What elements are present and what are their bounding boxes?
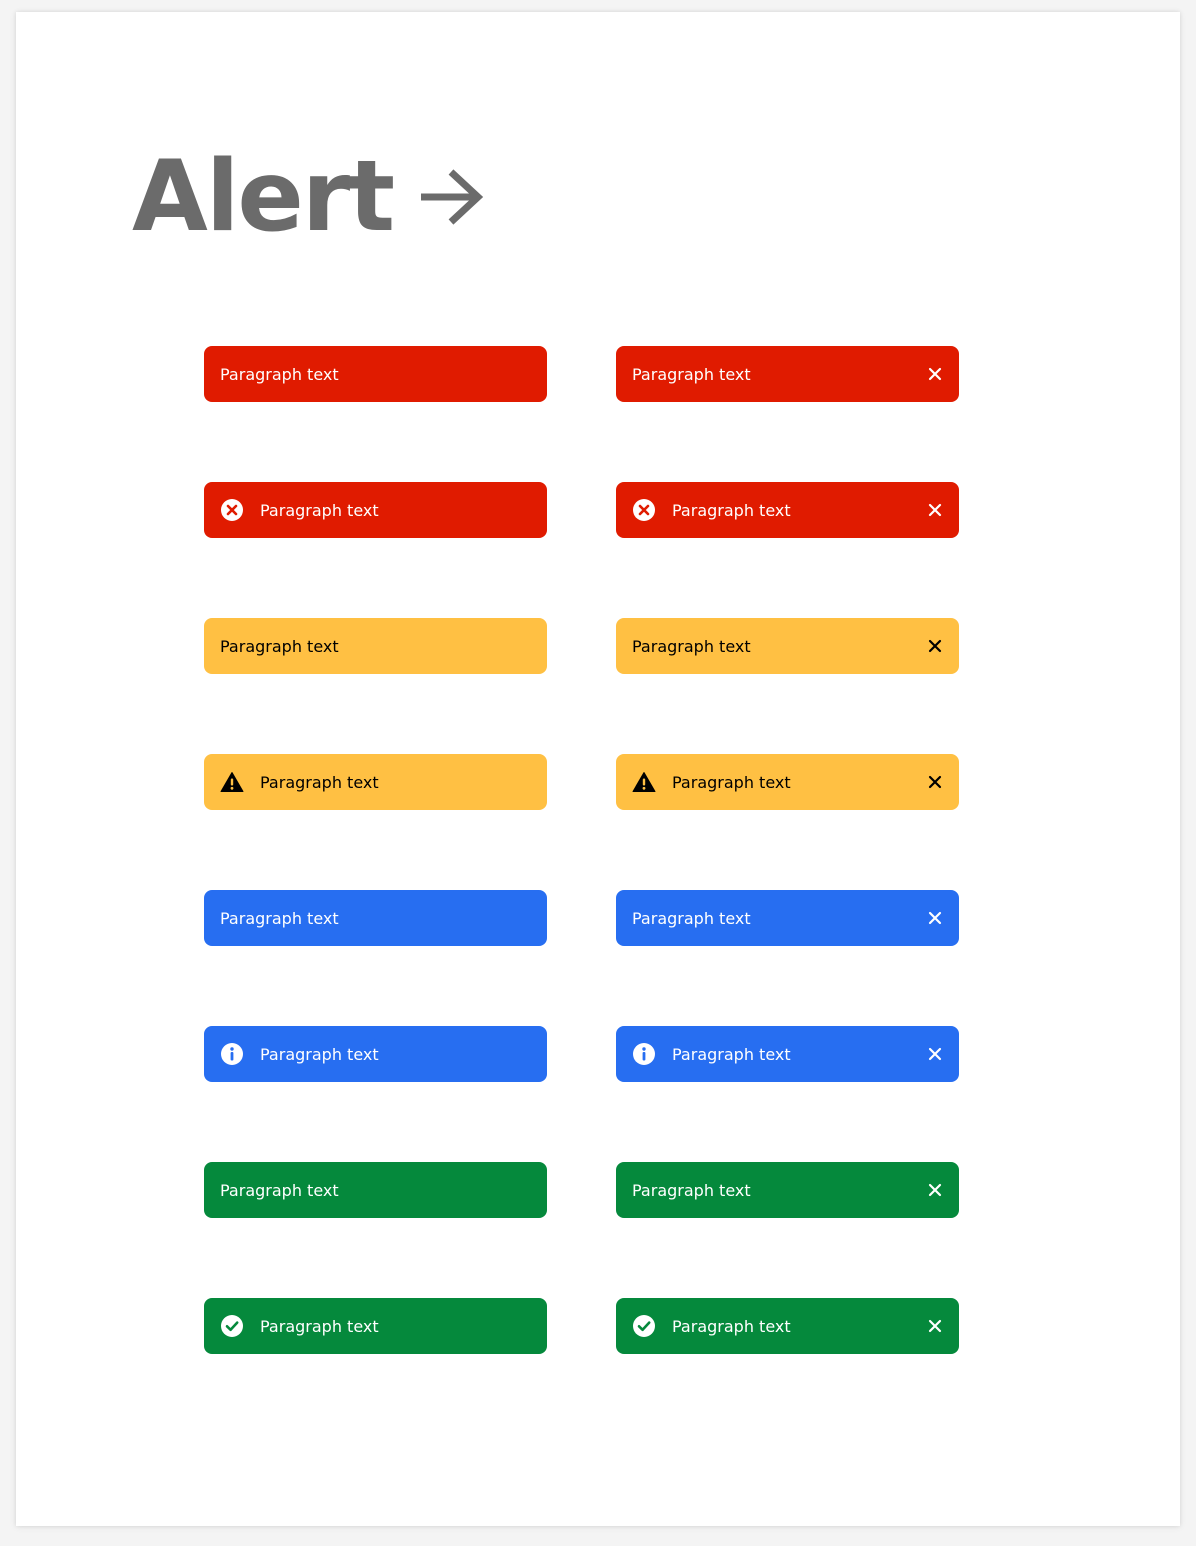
alert-info-with-icon-dismissible: Paragraph text <box>616 1026 959 1082</box>
alert-message: Paragraph text <box>672 772 791 792</box>
close-icon[interactable] <box>923 1314 947 1338</box>
alert-error-with-icon-dismissible: Paragraph text <box>616 482 959 538</box>
check-circle-icon <box>633 1315 655 1337</box>
alert-message: Paragraph text <box>632 908 751 928</box>
warning-triangle-icon <box>220 772 244 792</box>
alert-message: Paragraph text <box>672 1044 791 1064</box>
info-circle-icon <box>633 1043 655 1065</box>
alert-message: Paragraph text <box>260 500 379 520</box>
close-icon[interactable] <box>923 498 947 522</box>
warning-triangle-icon <box>632 772 656 792</box>
alert-message: Paragraph text <box>220 908 339 928</box>
alert-message: Paragraph text <box>632 1180 751 1200</box>
alert-success-with-icon: Paragraph text <box>204 1298 547 1354</box>
alert-error: Paragraph text <box>204 346 547 402</box>
alert-warning: Paragraph text <box>204 618 547 674</box>
alert-info: Paragraph text <box>204 890 547 946</box>
close-icon[interactable] <box>923 634 947 658</box>
alert-message: Paragraph text <box>260 772 379 792</box>
close-icon[interactable] <box>923 1042 947 1066</box>
alert-success-with-icon-dismissible: Paragraph text <box>616 1298 959 1354</box>
close-icon[interactable] <box>923 906 947 930</box>
page-header: Alert <box>132 137 485 257</box>
alert-warning-dismissible: Paragraph text <box>616 618 959 674</box>
alert-message: Paragraph text <box>672 1316 791 1336</box>
page-title: Alert <box>132 140 395 254</box>
alert-info-with-icon: Paragraph text <box>204 1026 547 1082</box>
arrow-right-icon[interactable] <box>417 167 485 227</box>
alert-message: Paragraph text <box>220 1180 339 1200</box>
info-circle-icon <box>221 1043 243 1065</box>
alert-warning-with-icon-dismissible: Paragraph text <box>616 754 959 810</box>
alert-info-dismissible: Paragraph text <box>616 890 959 946</box>
alert-error-dismissible: Paragraph text <box>616 346 959 402</box>
alert-success-dismissible: Paragraph text <box>616 1162 959 1218</box>
alert-spec-card: Alert <box>16 12 1180 1526</box>
close-icon[interactable] <box>923 362 947 386</box>
alert-message: Paragraph text <box>220 636 339 656</box>
alert-message: Paragraph text <box>220 364 339 384</box>
x-circle-icon <box>633 499 655 521</box>
alert-message: Paragraph text <box>260 1316 379 1336</box>
alert-error-with-icon: Paragraph text <box>204 482 547 538</box>
alert-message: Paragraph text <box>672 500 791 520</box>
alert-message: Paragraph text <box>632 636 751 656</box>
close-icon[interactable] <box>923 1178 947 1202</box>
alert-message: Paragraph text <box>632 364 751 384</box>
alert-warning-with-icon: Paragraph text <box>204 754 547 810</box>
close-icon[interactable] <box>923 770 947 794</box>
alert-success: Paragraph text <box>204 1162 547 1218</box>
x-circle-icon <box>221 499 243 521</box>
check-circle-icon <box>221 1315 243 1337</box>
alert-message: Paragraph text <box>260 1044 379 1064</box>
